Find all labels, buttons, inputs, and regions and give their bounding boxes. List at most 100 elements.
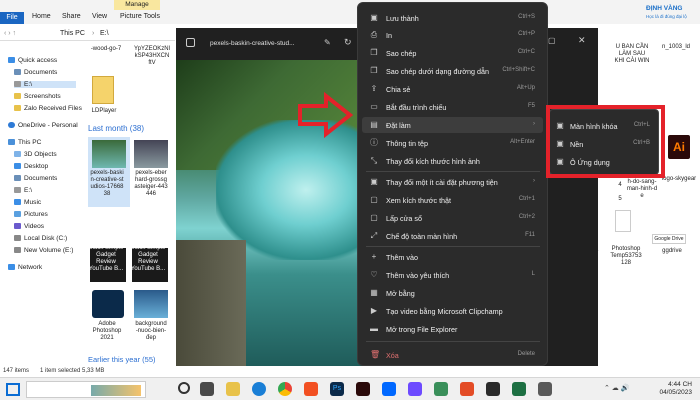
file-name[interactable]: ggdrive [654,248,690,255]
nav-videos[interactable]: Videos [14,223,44,230]
document-icon[interactable] [615,210,631,232]
google-drive-icon[interactable]: Google Drive [652,234,686,244]
app-icon[interactable] [434,382,448,396]
start-icon[interactable] [6,383,20,396]
image-thumbnail[interactable] [134,290,168,318]
nav-quick-access[interactable]: Quick access [8,57,57,64]
menu-item-view-actual-size[interactable]: ▢ Xem kích thước thật Ctrl+1 [358,192,547,208]
ribbon-tab-home[interactable]: Home [32,13,51,20]
menu-item-shortcut: Alt+Up [516,85,535,91]
ribbon-tab-view[interactable]: View [92,13,107,20]
pictures-icon [14,211,21,217]
app-icon[interactable] [408,382,422,396]
photos-app-icon[interactable] [486,382,500,396]
ribbon-tab-picture-tools[interactable]: Picture Tools [120,13,160,20]
nav-music[interactable]: Music [14,199,41,206]
menu-item-label: Thay đổi một ít cài đặt phương tiện [386,177,498,187]
nav-onedrive[interactable]: OneDrive - Personal [8,122,78,129]
menu-item-fill-window[interactable]: ▢ Lấp cửa sổ Ctrl+2 [358,210,547,226]
task-view-icon[interactable] [178,382,190,394]
tray-icons[interactable]: ⌃ ☁ 🔊 [604,384,629,392]
group-header-earlier[interactable]: Earlier this year (55) [88,355,156,364]
menu-item-open-with[interactable]: ▦ Mở bằng [358,285,547,301]
menu-item-add-to[interactable]: + Thêm vào [358,249,547,265]
nav-screenshots[interactable]: Screenshots [14,93,61,100]
file-name[interactable]: Black Simple Gadget Review YouTube B... [128,245,168,273]
file-name[interactable]: pexels-eber hard-grossg asteiger-443 446 [130,170,172,198]
task-view-icon[interactable] [200,382,214,396]
rotate-icon[interactable]: ↻ [344,37,352,48]
breadcrumb-this-pc[interactable]: This PC [60,30,85,37]
file-name[interactable]: background -nuoc-bien- đep [130,321,172,342]
nav-new-volume-e[interactable]: New Volume (E:) [14,247,73,254]
file-name[interactable]: pexels-baski n-creative-st udios-17668 3… [86,170,128,198]
gallery-icon[interactable] [186,38,195,47]
image-thumbnail[interactable] [134,140,168,168]
close-icon[interactable]: ✕ [578,35,586,46]
nav-pictures[interactable]: Pictures [14,211,48,218]
app-icon[interactable] [460,382,474,396]
store-icon[interactable] [304,382,318,396]
chrome-icon[interactable] [278,382,292,396]
menu-item-save-as[interactable]: ▣ Lưu thành Ctrl+S [358,10,547,26]
file-explorer-icon[interactable] [226,382,240,396]
file-name[interactable]: Photoshop Temp53753 128 [604,246,648,267]
menu-item-shortcut: Ctrl+S [518,14,535,20]
menu-item-label: Mở bằng [386,288,415,298]
ribbon-tab-share[interactable]: Share [62,13,81,20]
menu-item-copy[interactable]: ❐ Sao chép Ctrl+C [358,45,547,61]
nav-documents[interactable]: Documents [14,69,57,76]
file-name[interactable]: U BAN CẦN LÀM SAU KHI CÀI WIN [610,44,654,65]
nav-drive-e-pc[interactable]: E:\ [14,187,32,194]
favorite-icon: ♡ [370,270,378,279]
nav-network[interactable]: Network [8,264,42,271]
app-icon[interactable] [512,382,526,396]
photoshop-taskbar-icon[interactable]: Ps [330,382,344,396]
file-name[interactable]: Black Simple Gadget Review YouTube B... [86,245,126,273]
search-box[interactable] [26,381,146,398]
file-name[interactable]: -wood-go-7 [86,46,126,53]
menu-item-open-in-file-explorer[interactable]: ▬ Mở trong File Explorer [358,321,547,337]
menu-item-label: Lưu thành [386,13,419,23]
menu-item-copy-as-path[interactable]: ❐ Sao chép dưới dạng đường dẫn Ctrl+Shift+… [358,63,547,79]
edge-icon[interactable] [252,382,266,396]
file-name[interactable]: Adobe Photoshop 2021 [86,321,128,342]
clock[interactable]: 4:44 CH 04/05/2023 [659,381,692,397]
maximize-icon[interactable]: ▢ [548,36,556,45]
folder-name[interactable]: LDPlayer [84,108,124,115]
menu-item-full-screen[interactable]: ⤢ Chế độ toàn màn hình F11 [358,228,547,244]
folder-icon[interactable] [92,76,114,104]
photoshop-icon[interactable] [92,290,124,318]
file-name[interactable]: n_1003_ld [654,44,698,51]
menu-item-set-as[interactable]: ▤ Đặt làm › [362,117,543,133]
menu-item-share[interactable]: ⇪ Chia sẻ Alt+Up [358,81,547,97]
nav-local-disk-c[interactable]: Local Disk (C:) [14,235,67,242]
menu-item-file-info[interactable]: ⓘ Thông tin tệp Alt+Enter [358,135,547,151]
nav-drive-e[interactable]: E:\ [14,81,76,88]
group-header-last-month[interactable]: Last month (38) [88,124,144,133]
nav-zalo-received[interactable]: Zalo Received Files [14,105,82,112]
menu-item-create-video-clipchamp[interactable]: ▶ Tạo video bằng Microsoft Clipchamp [358,303,547,319]
file-name[interactable]: YpYZEOKzNl kSP43HXCN ftV [130,46,174,67]
ribbon-tab-file[interactable]: File [0,12,24,24]
app-icon[interactable] [538,382,552,396]
menu-item-start-slideshow[interactable]: ▭ Bắt đầu trình chiếu F5 [358,99,547,115]
nav-3d-objects[interactable]: 3D Objects [14,151,57,158]
menu-item-resize-image[interactable]: ⤡ Thay đổi kích thước hình ảnh [358,153,547,169]
menu-item-delete[interactable]: 🗑 Xóa Delete [358,347,547,363]
illustrator-taskbar-icon[interactable] [356,382,370,396]
address-bar[interactable]: ‹ › ↑ This PC › E:\ [0,27,175,41]
zalo-icon[interactable] [382,382,396,396]
image-thumbnail[interactable] [92,140,126,168]
edit-icon[interactable]: ✎ [324,38,331,47]
manage-tab-header[interactable]: Manage [114,0,160,10]
illustrator-icon[interactable]: Ai [668,135,690,159]
menu-item-print[interactable]: ⎙ In Ctrl+P [358,27,547,43]
back-arrow-icon[interactable]: ‹ › ↑ [4,30,16,37]
nav-desktop[interactable]: Desktop [14,163,48,170]
breadcrumb-drive[interactable]: E:\ [100,30,109,37]
menu-item-add-to-favorites[interactable]: ♡ Thêm vào yêu thích L [358,267,547,283]
nav-this-pc[interactable]: This PC [8,139,41,146]
nav-documents-pc[interactable]: Documents [14,175,57,182]
menu-item-media-settings[interactable]: ▣ Thay đổi một ít cài đặt phương tiện › [358,174,547,190]
